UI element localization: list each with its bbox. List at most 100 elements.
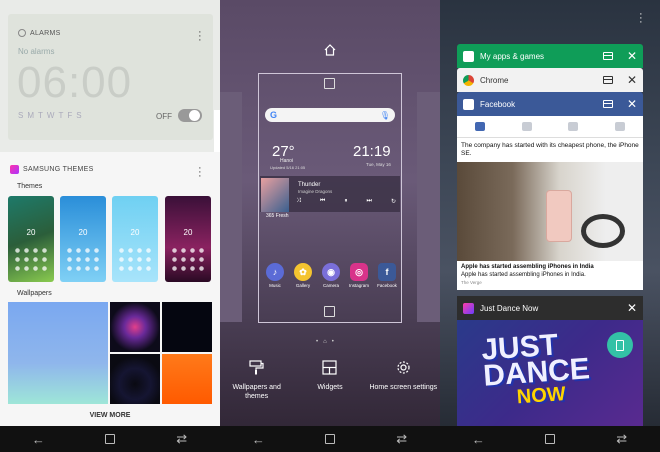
- menu-tab-icon[interactable]: [614, 122, 625, 131]
- next-page-preview[interactable]: [417, 92, 440, 322]
- home-page-icon[interactable]: [324, 44, 336, 56]
- globe-tab-icon[interactable]: [568, 122, 579, 131]
- shuffle-icon[interactable]: ⤨: [296, 198, 301, 205]
- alarm-more-icon[interactable]: · · ·: [198, 27, 202, 46]
- close-icon[interactable]: ✕: [627, 97, 637, 111]
- wallpaper-thumbnail[interactable]: [110, 354, 160, 404]
- back-icon[interactable]: ←: [28, 432, 48, 447]
- music-source: 365 Fresh: [266, 213, 289, 219]
- theme-thumbnail[interactable]: 20: [112, 196, 158, 282]
- alarm-title: ALARMS: [30, 29, 61, 37]
- recents-more-icon[interactable]: · · ·: [639, 9, 643, 28]
- page-dot[interactable]: •: [316, 339, 318, 345]
- theme-clock: 20: [26, 228, 36, 237]
- app-label: Instagram: [348, 283, 369, 288]
- themes-more-icon[interactable]: · · ·: [198, 163, 202, 182]
- app-music[interactable]: ♪ Music: [262, 263, 288, 288]
- instagram-app-icon: ◎: [350, 263, 368, 281]
- recent-card-just-dance[interactable]: Just Dance Now ✕ JUST DANCE NOW: [457, 296, 643, 430]
- alarm-time: 06:00: [17, 58, 133, 107]
- previous-page-preview[interactable]: [220, 92, 242, 322]
- recent-card-facebook[interactable]: Facebook ✕ The company has started with …: [457, 92, 643, 290]
- pause-icon[interactable]: ⏸: [344, 198, 347, 205]
- facebook-link-caption[interactable]: Apple has started assembling iPhones in …: [457, 261, 643, 290]
- split-screen-icon[interactable]: [602, 52, 613, 60]
- music-widget[interactable]: Thunder Imagine Dragons ⤨ ⏮ ⏸ ⏭ ↻ 365 Fr…: [260, 176, 400, 219]
- app-instagram[interactable]: ◎ Instagram: [346, 263, 372, 288]
- page-grid-icon[interactable]: [324, 306, 335, 317]
- split-screen-icon[interactable]: [602, 100, 613, 108]
- wallpaper-thumbnail[interactable]: [162, 354, 212, 404]
- wallpapers-and-themes-button[interactable]: Wallpapers and themes: [222, 360, 292, 401]
- wallpaper-thumbnail[interactable]: [8, 302, 108, 404]
- google-search-bar[interactable]: G 🎙: [265, 108, 395, 122]
- card-header: Just Dance Now ✕: [457, 296, 643, 320]
- home-button-icon[interactable]: [544, 434, 555, 444]
- alarm-toggle[interactable]: [178, 109, 202, 122]
- page-dot[interactable]: •: [332, 339, 334, 345]
- google-icon: G: [270, 110, 278, 120]
- wallpaper-thumbnail[interactable]: [162, 302, 212, 352]
- clock-time: 21:19: [353, 143, 391, 160]
- home-button-icon[interactable]: [324, 434, 335, 444]
- music-controls: ⤨ ⏮ ⏸ ⏭ ↻: [296, 198, 396, 205]
- recents-icon[interactable]: ⇄: [392, 431, 412, 447]
- album-art: [261, 178, 289, 212]
- alarm-toggle-label: OFF: [156, 112, 172, 121]
- gallery-app-icon: ✿: [294, 263, 312, 281]
- card-title: Chrome: [480, 75, 509, 85]
- view-more-button[interactable]: VIEW MORE: [0, 412, 220, 419]
- widgets-button[interactable]: Widgets: [295, 360, 365, 401]
- caption-title: Apple has started assembling iPhones in …: [461, 264, 594, 270]
- panel-recent-apps: · · · My apps & games ✕ Chrome ✕ Facebook …: [440, 0, 660, 452]
- card-title: My apps & games: [480, 51, 545, 61]
- theme-clock: 20: [183, 228, 193, 237]
- track-artist: Imagine Dragons: [298, 189, 333, 194]
- facebook-post-image[interactable]: [457, 162, 643, 261]
- home-button-icon[interactable]: [104, 434, 115, 444]
- recents-icon[interactable]: ⇄: [612, 431, 632, 447]
- card-header: Facebook ✕: [457, 92, 643, 116]
- card-title: Facebook: [480, 99, 516, 109]
- close-icon[interactable]: ✕: [627, 49, 637, 63]
- widgets-label: Widgets: [317, 384, 343, 391]
- paint-roller-icon: [249, 360, 264, 375]
- app-icon-row: ♪ Music ✿ Gallery ◉ Camera ◎ Instagram f…: [262, 263, 400, 288]
- close-icon[interactable]: ✕: [627, 73, 637, 87]
- theme-thumbnail[interactable]: 20: [8, 196, 54, 282]
- app-camera[interactable]: ◉ Camera: [318, 263, 344, 288]
- app-label: Facebook: [377, 283, 397, 288]
- close-icon[interactable]: ✕: [627, 301, 637, 315]
- theme-thumbnail[interactable]: 20: [165, 196, 211, 282]
- recents-icon[interactable]: ⇄: [172, 431, 192, 447]
- news-feed-tab-icon[interactable]: [475, 122, 486, 131]
- back-icon[interactable]: ←: [248, 432, 268, 447]
- repeat-icon[interactable]: ↻: [391, 198, 396, 205]
- navigation-bar: ← ⇄: [440, 426, 660, 452]
- alarm-widget[interactable]: ALARMS · · · No alarms 06:00 SMTWTFS OFF: [8, 14, 213, 140]
- app-facebook[interactable]: f Facebook: [374, 263, 400, 288]
- recent-card-my-apps[interactable]: My apps & games ✕: [457, 44, 643, 68]
- back-icon[interactable]: ←: [468, 432, 488, 447]
- next-icon[interactable]: ⏭: [366, 198, 371, 205]
- wallpaper-thumbnail[interactable]: [110, 302, 160, 352]
- widgets-icon: [322, 360, 338, 375]
- headphones-image: [581, 214, 625, 248]
- track-title: Thunder: [298, 182, 321, 188]
- home-page-dot-icon[interactable]: ⌂: [323, 339, 327, 345]
- app-gallery[interactable]: ✿ Gallery: [290, 263, 316, 288]
- mic-icon[interactable]: 🎙: [380, 111, 390, 120]
- caption-source: The Verge: [461, 280, 482, 285]
- theme-thumbnail[interactable]: 20: [60, 196, 106, 282]
- clock-date: Tue, May 16: [366, 162, 391, 167]
- split-screen-icon[interactable]: [602, 76, 613, 84]
- friends-tab-icon[interactable]: [521, 122, 532, 131]
- page-grid-icon[interactable]: [324, 78, 335, 89]
- recent-card-chrome[interactable]: Chrome ✕: [457, 68, 643, 92]
- app-label: Camera: [322, 283, 339, 288]
- phone-controller-button[interactable]: [607, 332, 633, 358]
- previous-icon[interactable]: ⏮: [320, 198, 325, 205]
- play-store-icon: [463, 50, 474, 62]
- just-dance-preview: JUST DANCE NOW: [457, 320, 643, 430]
- home-screen-settings-button[interactable]: Home screen settings: [368, 360, 438, 401]
